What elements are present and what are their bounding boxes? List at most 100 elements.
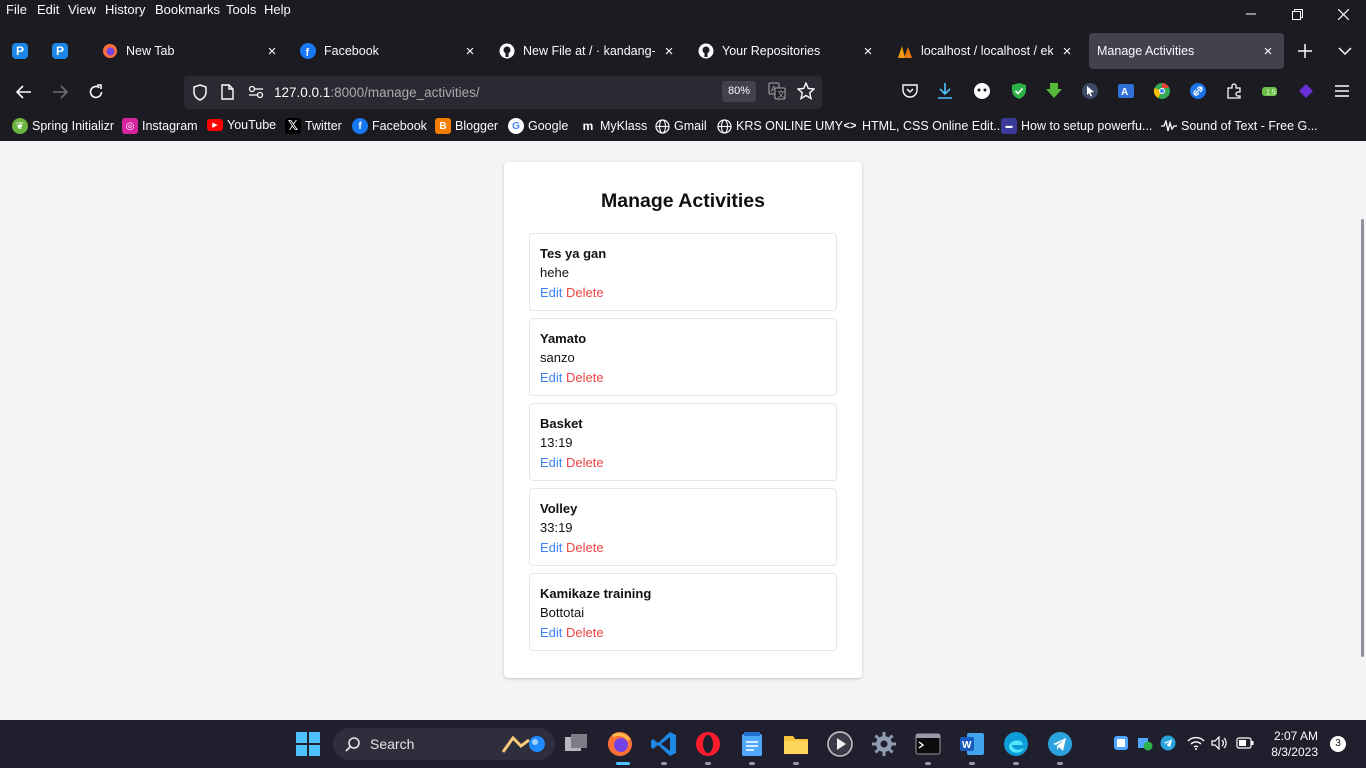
edit-link[interactable]: Edit bbox=[540, 540, 562, 555]
diamond-extension-icon[interactable] bbox=[1297, 82, 1315, 100]
start-button[interactable] bbox=[294, 730, 322, 758]
menu-history[interactable]: History bbox=[105, 2, 145, 17]
bookmark-label: MyKlass bbox=[600, 119, 648, 133]
ghost-extension-icon[interactable] bbox=[973, 82, 991, 100]
permissions-icon[interactable] bbox=[248, 85, 264, 104]
tab-github-new-file[interactable]: New File at / · kandang-ul × bbox=[491, 33, 685, 69]
tab-close-icon[interactable]: × bbox=[264, 43, 280, 60]
translator-extension-icon[interactable]: A bbox=[1117, 82, 1135, 100]
bookmark-instagram[interactable]: ◎ Instagram bbox=[122, 118, 198, 134]
hamburger-menu-icon[interactable] bbox=[1333, 82, 1351, 100]
bookmark-twitter[interactable]: 𝕏 Twitter bbox=[285, 118, 342, 134]
media-player-taskbar-icon[interactable] bbox=[826, 730, 854, 758]
taskbar-clock[interactable]: 2:07 AM 8/3/2023 bbox=[1262, 728, 1318, 760]
svg-text:W: W bbox=[962, 740, 972, 751]
edit-link[interactable]: Edit bbox=[540, 455, 562, 470]
pocket-icon[interactable] bbox=[901, 82, 919, 100]
clock-time: 2:07 AM bbox=[1273, 729, 1318, 743]
bookmark-spring-initializr[interactable]: ❦ Spring Initializr bbox=[12, 118, 114, 134]
word-taskbar-icon[interactable]: W bbox=[958, 730, 986, 758]
pinned-tab-1[interactable]: P bbox=[7, 38, 33, 64]
bookmark-star-icon[interactable] bbox=[797, 82, 815, 100]
delete-link[interactable]: Delete bbox=[566, 370, 604, 385]
edit-link[interactable]: Edit bbox=[540, 370, 562, 385]
bookmark-google[interactable]: G Google bbox=[508, 118, 568, 134]
new-tab-button[interactable] bbox=[1291, 37, 1319, 65]
tab-close-icon[interactable]: × bbox=[661, 43, 677, 60]
menu-help[interactable]: Help bbox=[264, 2, 291, 17]
back-button[interactable] bbox=[8, 76, 40, 108]
battery-icon[interactable] bbox=[1236, 734, 1254, 752]
reload-button[interactable] bbox=[80, 76, 112, 108]
telegram-taskbar-icon[interactable] bbox=[1046, 730, 1074, 758]
delete-link[interactable]: Delete bbox=[566, 285, 604, 300]
menu-file[interactable]: File bbox=[6, 2, 27, 17]
edge-taskbar-icon[interactable] bbox=[1002, 730, 1030, 758]
bookmark-myklass[interactable]: m MyKlass bbox=[580, 118, 648, 134]
vertical-scrollbar[interactable] bbox=[1361, 219, 1364, 657]
bookmark-blogger[interactable]: B Blogger bbox=[435, 118, 498, 134]
bookmark-gmail[interactable]: Gmail bbox=[654, 118, 707, 134]
cursor-extension-icon[interactable] bbox=[1081, 82, 1099, 100]
tab-your-repositories[interactable]: Your Repositories × bbox=[690, 33, 884, 69]
bookmark-html-css-online-editor[interactable]: <> HTML, CSS Online Edit... bbox=[842, 118, 1004, 134]
edit-link[interactable]: Edit bbox=[540, 625, 562, 640]
extensions-puzzle-icon[interactable] bbox=[1225, 82, 1243, 100]
menu-edit[interactable]: Edit bbox=[37, 2, 59, 17]
tab-close-icon[interactable]: × bbox=[462, 43, 478, 60]
bookmark-sound-of-text[interactable]: Sound of Text - Free G... bbox=[1161, 118, 1318, 134]
tab-phpmyadmin[interactable]: localhost / localhost / ekst × bbox=[889, 33, 1083, 69]
opera-taskbar-icon[interactable] bbox=[694, 730, 722, 758]
tab-close-icon[interactable]: × bbox=[1260, 43, 1276, 60]
vscode-taskbar-icon[interactable] bbox=[650, 730, 678, 758]
downloads-icon[interactable] bbox=[936, 82, 954, 100]
download-manager-extension-icon[interactable] bbox=[1045, 82, 1063, 100]
forward-button[interactable] bbox=[44, 76, 76, 108]
bookmark-how-to-setup[interactable]: ▬ How to setup powerfu... bbox=[1001, 118, 1152, 134]
tab-new-tab[interactable]: New Tab × bbox=[94, 33, 288, 69]
pinned-tab-2[interactable]: P bbox=[47, 38, 73, 64]
delete-link[interactable]: Delete bbox=[566, 455, 604, 470]
edit-link[interactable]: Edit bbox=[540, 285, 562, 300]
chrome-store-extension-icon[interactable] bbox=[1153, 82, 1171, 100]
menu-tools[interactable]: Tools bbox=[226, 2, 256, 17]
tab-manage-activities[interactable]: Manage Activities × bbox=[1089, 33, 1284, 69]
bookmark-youtube[interactable]: ▶ YouTube bbox=[207, 118, 276, 132]
translate-icon[interactable]: A文 bbox=[768, 82, 786, 100]
tray-security-icon[interactable] bbox=[1136, 734, 1154, 752]
bookmark-facebook[interactable]: f Facebook bbox=[352, 118, 427, 134]
back-arrow-icon bbox=[16, 85, 31, 99]
tray-app-icon[interactable] bbox=[1112, 734, 1130, 752]
notification-count-badge[interactable]: 3 bbox=[1330, 736, 1346, 752]
zoom-level-button[interactable]: 80% bbox=[722, 81, 757, 102]
shield-icon[interactable] bbox=[192, 84, 208, 106]
notepad-taskbar-icon[interactable] bbox=[738, 730, 766, 758]
menu-view[interactable]: View bbox=[68, 2, 96, 17]
link-extension-icon[interactable] bbox=[1189, 82, 1207, 100]
file-explorer-taskbar-icon[interactable] bbox=[782, 730, 810, 758]
wifi-icon[interactable] bbox=[1187, 734, 1205, 752]
bookmark-krs-online-umy[interactable]: KRS ONLINE UMY bbox=[716, 118, 843, 134]
menu-bookmarks[interactable]: Bookmarks bbox=[155, 2, 220, 17]
window-close-button[interactable] bbox=[1320, 0, 1366, 28]
tab-title: New File at / · kandang-ul bbox=[523, 44, 655, 58]
tab-title: Facebook bbox=[324, 44, 379, 58]
tab-facebook[interactable]: f Facebook × bbox=[292, 33, 486, 69]
page-icon[interactable] bbox=[221, 84, 234, 105]
taskbar-search-box[interactable]: Search bbox=[333, 728, 555, 760]
list-all-tabs-button[interactable] bbox=[1331, 37, 1359, 65]
task-view-icon[interactable] bbox=[562, 730, 590, 758]
tab-close-icon[interactable]: × bbox=[1059, 43, 1075, 60]
minimize-button[interactable] bbox=[1228, 0, 1274, 28]
tray-telegram-icon[interactable] bbox=[1159, 734, 1177, 752]
shield-check-extension-icon[interactable] bbox=[1010, 82, 1028, 100]
delete-link[interactable]: Delete bbox=[566, 540, 604, 555]
firefox-taskbar-icon[interactable] bbox=[606, 730, 634, 758]
battery-extension-icon[interactable]: 1.5 bbox=[1261, 82, 1279, 100]
restore-button[interactable] bbox=[1274, 0, 1320, 28]
delete-link[interactable]: Delete bbox=[566, 625, 604, 640]
terminal-taskbar-icon[interactable] bbox=[914, 730, 942, 758]
settings-gear-taskbar-icon[interactable] bbox=[870, 730, 898, 758]
volume-icon[interactable] bbox=[1211, 734, 1229, 752]
tab-close-icon[interactable]: × bbox=[860, 43, 876, 60]
